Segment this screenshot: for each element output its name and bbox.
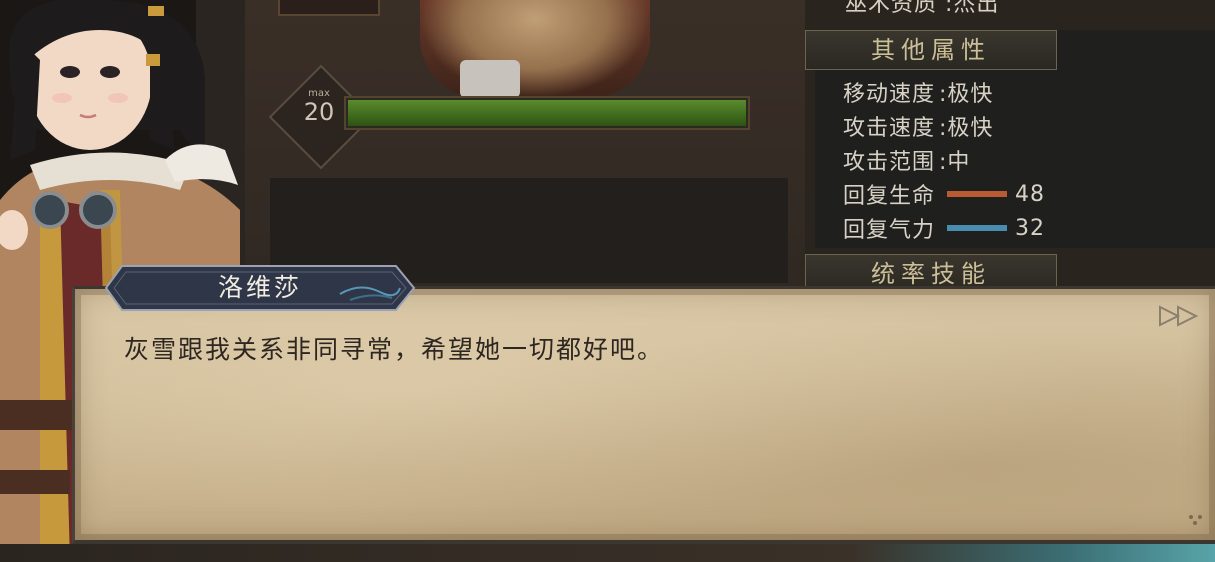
bottom-strip <box>0 544 1215 562</box>
stamina-regen-bar <box>947 225 1008 231</box>
health-bar-fill <box>348 100 746 126</box>
stat-row-hp-regen: 回复生命 48 <box>843 179 1046 210</box>
level-value: 20 <box>303 98 335 126</box>
stat-label: 回复气力 <box>843 218 936 243</box>
stat-row-stamina-regen: 回复气力 32 <box>843 213 1046 244</box>
hp-regen-bar <box>947 191 1008 197</box>
dots-icon <box>1186 512 1206 526</box>
dialogue-box[interactable] <box>72 286 1215 544</box>
health-bar <box>344 96 750 130</box>
stat-row-move-speed: 移动速度 :极快 <box>843 77 993 107</box>
stat-row-attack-range: 攻击范围 :中 <box>843 145 970 175</box>
stat-label: 回复生命 <box>843 184 936 209</box>
stat-value: 32 <box>1015 215 1046 241</box>
character-figure <box>420 0 650 98</box>
other-attributes-header: 其他属性 <box>805 30 1057 70</box>
stat-row-attack-speed: 攻击速度 :极快 <box>843 111 993 141</box>
stat-value: :中 <box>939 150 971 175</box>
stat-value: :极快 <box>939 82 994 107</box>
portrait-frame <box>278 0 380 16</box>
speaker-name: 洛维莎 <box>217 273 302 302</box>
stat-label: 移动速度 <box>843 82 936 107</box>
stat-label: 攻击速度 <box>843 116 936 141</box>
stat-label: 攻击范围 <box>843 150 936 175</box>
stat-value: 48 <box>1015 181 1046 207</box>
stat-witchcraft: 巫术资质 :杰出 <box>845 0 1000 17</box>
stat-value: :极快 <box>939 116 994 141</box>
dialogue-text: 灰雪跟我关系非同寻常，希望她一切都好吧。 <box>124 335 665 364</box>
fast-forward-icon[interactable] <box>1158 305 1202 327</box>
